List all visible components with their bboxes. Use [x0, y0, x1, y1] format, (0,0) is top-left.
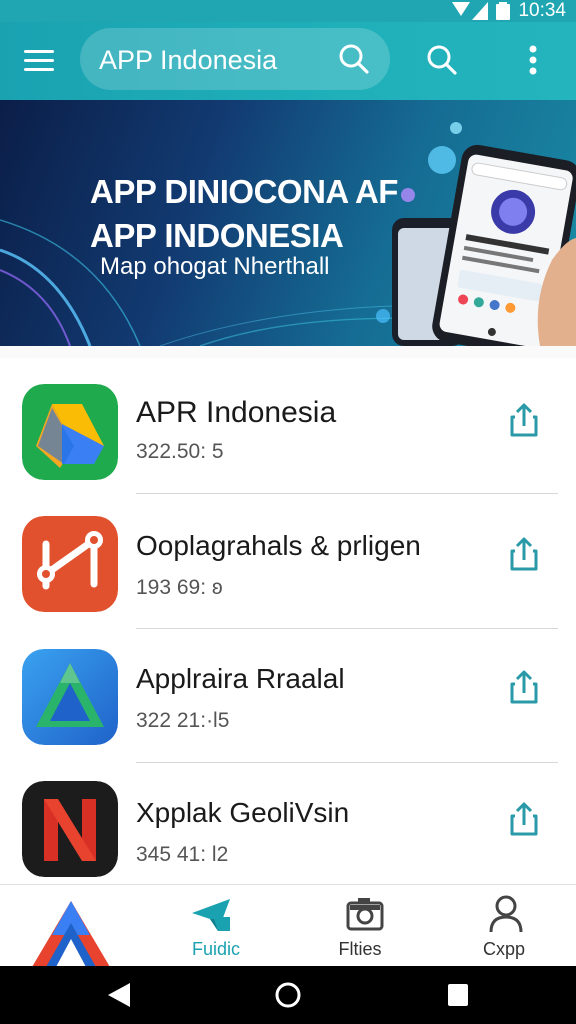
system-nav-bar [0, 966, 576, 1024]
list-item[interactable]: Xpplak GeoliVsin 345 41: l2 [0, 763, 576, 884]
person-icon [489, 895, 523, 933]
a-triangle-icon [22, 649, 118, 745]
search-icon[interactable] [424, 42, 460, 78]
list-item[interactable]: APR Indonesia 322.50: 5 [0, 358, 576, 492]
banner-title-line-2: APP INDONESIA [90, 217, 344, 254]
battery-icon [496, 2, 511, 20]
paper-plane-icon [192, 899, 230, 931]
bottom-nav: Fuidic Flties Cxpp [0, 884, 576, 967]
app-meta: 322 21:·l5 [136, 709, 230, 732]
banner-title: APP DINIOCONA AF APP INDONESIA [90, 170, 398, 258]
nav-label: Flties [338, 939, 382, 959]
share-icon[interactable] [504, 400, 544, 440]
status-bar: 10:34 [0, 0, 576, 22]
search-query: APP Indonesia [99, 45, 278, 75]
recents-icon[interactable] [443, 980, 473, 1010]
search-icon [339, 44, 369, 74]
app-bar: APP Indonesia [0, 22, 576, 100]
drive-triangle-icon [22, 384, 118, 480]
share-icon[interactable] [504, 667, 544, 707]
nav-item-fuidic[interactable]: Fuidic [144, 885, 288, 967]
share-icon[interactable] [504, 799, 544, 839]
menu-icon [24, 50, 54, 53]
nav-label: Fuidic [191, 939, 240, 959]
app-name: Xpplak GeoliVsin [136, 797, 350, 828]
status-icons: 10:34 [452, 0, 566, 22]
app-list: APR Indonesia 322.50: 5 Ooplagrahals & p… [0, 358, 576, 884]
app-name: Ooplagrahals & prligen [136, 530, 421, 561]
app-name: Applraira Rraalal [136, 663, 345, 694]
list-item[interactable]: Applraira Rraalal 322 21:·l5 [0, 629, 576, 763]
nav-item-flties[interactable]: Flties [288, 885, 432, 967]
share-icon[interactable] [504, 534, 544, 574]
n-letter-icon [22, 781, 118, 877]
app-name: APR Indonesia [136, 396, 337, 429]
app-meta: 345 41: l2 [136, 843, 229, 866]
camera-icon [346, 898, 384, 931]
list-item[interactable]: Ooplagrahals & prligen 193 69: ʚ [0, 494, 576, 628]
nav-item-home[interactable] [0, 885, 144, 967]
more-vert-icon[interactable] [518, 40, 548, 80]
nav-item-cxpp[interactable]: Cxpp [432, 885, 576, 967]
status-time: 10:34 [518, 0, 566, 21]
home-icon[interactable] [273, 980, 303, 1010]
brand-logo-icon [32, 901, 110, 967]
signal-icon [452, 2, 489, 20]
banner-title-line-1: APP DINIOCONA AF [90, 173, 398, 210]
promo-banner[interactable]: APP DINIOCONA AF APP INDONESIA Map ohoga… [0, 100, 576, 346]
app-meta: 322.50: 5 [136, 440, 224, 463]
banner-subtitle: Map ohogat Nherthall [100, 253, 330, 280]
menu-icon-bar [24, 59, 54, 62]
back-icon[interactable] [104, 980, 134, 1010]
graph-link-icon [22, 516, 118, 612]
app-meta: 193 69: ʚ [136, 576, 223, 599]
menu-icon-bar [24, 68, 54, 71]
search-input[interactable]: APP Indonesia [80, 28, 390, 90]
menu-button[interactable] [20, 42, 58, 80]
nav-label: Cxpp [482, 939, 526, 959]
